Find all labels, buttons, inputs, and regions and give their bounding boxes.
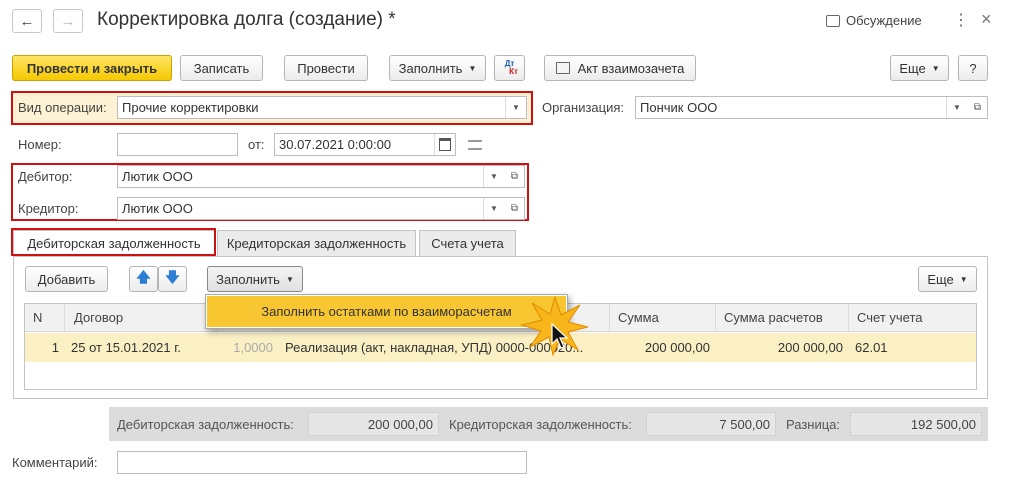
debit-total-value: 200 000,00 — [308, 412, 439, 436]
more-button[interactable]: Еще ▼ — [890, 55, 949, 81]
difference-value: 192 500,00 — [850, 412, 982, 436]
arrow-right-icon: → — [60, 12, 76, 30]
table-fill-button[interactable]: Заполнить ▼ — [207, 266, 303, 292]
printer-icon — [555, 62, 570, 74]
tab-payables[interactable]: Кредиторская задолженность — [217, 230, 416, 256]
tab-accounts[interactable]: Счета учета — [419, 230, 516, 256]
open-icon[interactable]: ⧉ — [505, 166, 524, 187]
chevron-down-icon: ▼ — [285, 274, 294, 284]
move-down-button[interactable]: 🡇 — [158, 266, 187, 292]
debit-total-label: Дебиторская задолженность: — [117, 417, 294, 432]
operation-label: Вид операции: — [18, 100, 107, 115]
chevron-down-icon[interactable]: ▼ — [505, 97, 526, 118]
chat-icon — [826, 14, 840, 27]
difference-label: Разница: — [786, 417, 841, 432]
dt-kt-button[interactable]: Дт Кт — [494, 55, 525, 81]
add-button[interactable]: Добавить — [25, 266, 108, 292]
chevron-down-icon[interactable]: ▼ — [483, 198, 504, 219]
cell-n: 1 — [51, 340, 59, 355]
chevron-down-icon: ▼ — [468, 63, 477, 73]
operation-select[interactable]: Прочие корректировки ▼ — [117, 96, 527, 119]
chevron-down-icon[interactable]: ▼ — [483, 166, 504, 187]
chevron-down-icon[interactable]: ▼ — [946, 97, 967, 118]
arrow-up-icon: 🡅 — [136, 269, 151, 285]
open-icon[interactable]: ⧉ — [968, 97, 987, 118]
open-icon[interactable]: ⧉ — [505, 198, 524, 219]
organization-select[interactable]: Пончик ООО ▼ ⧉ — [635, 96, 988, 119]
calendar-icon[interactable] — [434, 134, 455, 155]
history-icon[interactable] — [468, 140, 482, 150]
post-button[interactable]: Провести — [284, 55, 368, 81]
date-input[interactable]: 30.07.2021 0:00:00 — [274, 133, 456, 156]
tab-highlight — [11, 228, 216, 256]
back-button[interactable]: ← — [12, 9, 42, 33]
column-header-n[interactable]: N — [25, 304, 65, 331]
forward-button[interactable]: → — [53, 9, 83, 33]
creditor-label: Кредитор: — [18, 201, 79, 216]
chevron-down-icon: ▼ — [931, 63, 940, 73]
fill-button[interactable]: Заполнить ▼ — [389, 55, 486, 81]
column-header-contract[interactable]: Договор — [65, 304, 217, 331]
post-and-close-button[interactable]: Провести и закрыть — [12, 55, 172, 81]
column-header-sum[interactable]: Сумма — [610, 304, 716, 331]
organization-label: Организация: — [542, 100, 625, 115]
cell-sum: 200 000,00 — [644, 340, 710, 355]
cell-rate: 1,0000 — [233, 340, 273, 355]
arrow-down-icon: 🡇 — [165, 269, 180, 285]
column-header-sum-calc[interactable]: Сумма расчетов — [716, 304, 849, 331]
discussion-link[interactable]: Обсуждение — [826, 13, 922, 28]
mouse-cursor-icon — [551, 322, 569, 349]
comment-input[interactable] — [117, 451, 527, 474]
cell-contract: 25 от 15.01.2021 г. — [71, 340, 182, 355]
debtor-label: Дебитор: — [18, 169, 73, 184]
creditor-select[interactable]: Лютик ООО ▼ ⧉ — [117, 197, 525, 220]
page-title: Корректировка долга (создание) * — [97, 9, 396, 30]
arrow-left-icon: ← — [19, 12, 35, 30]
number-label: Номер: — [18, 137, 62, 152]
chevron-down-icon: ▼ — [959, 274, 968, 284]
help-button[interactable]: ? — [958, 55, 988, 81]
column-header-account[interactable]: Счет учета — [849, 304, 976, 331]
save-button[interactable]: Записать — [180, 55, 263, 81]
menu-item-fill-balances[interactable]: Заполнить остатками по взаиморасчетам — [207, 296, 566, 327]
date-label: от: — [248, 137, 265, 152]
more-vertical-icon[interactable]: ⋮ — [953, 10, 969, 30]
credit-total-value: 7 500,00 — [646, 412, 776, 436]
debtor-select[interactable]: Лютик ООО ▼ ⧉ — [117, 165, 525, 188]
close-icon[interactable]: × — [981, 9, 992, 30]
comment-label: Комментарий: — [12, 455, 98, 470]
table-more-button[interactable]: Еще ▼ — [918, 266, 977, 292]
offset-act-button[interactable]: Акт взаимозачета — [544, 55, 696, 81]
cell-account: 62.01 — [855, 340, 888, 355]
number-input[interactable] — [117, 133, 238, 156]
credit-total-label: Кредиторская задолженность: — [449, 417, 632, 432]
move-up-button[interactable]: 🡅 — [129, 266, 158, 292]
kt-label: Кт — [509, 67, 518, 76]
cell-sum-calc: 200 000,00 — [777, 340, 843, 355]
